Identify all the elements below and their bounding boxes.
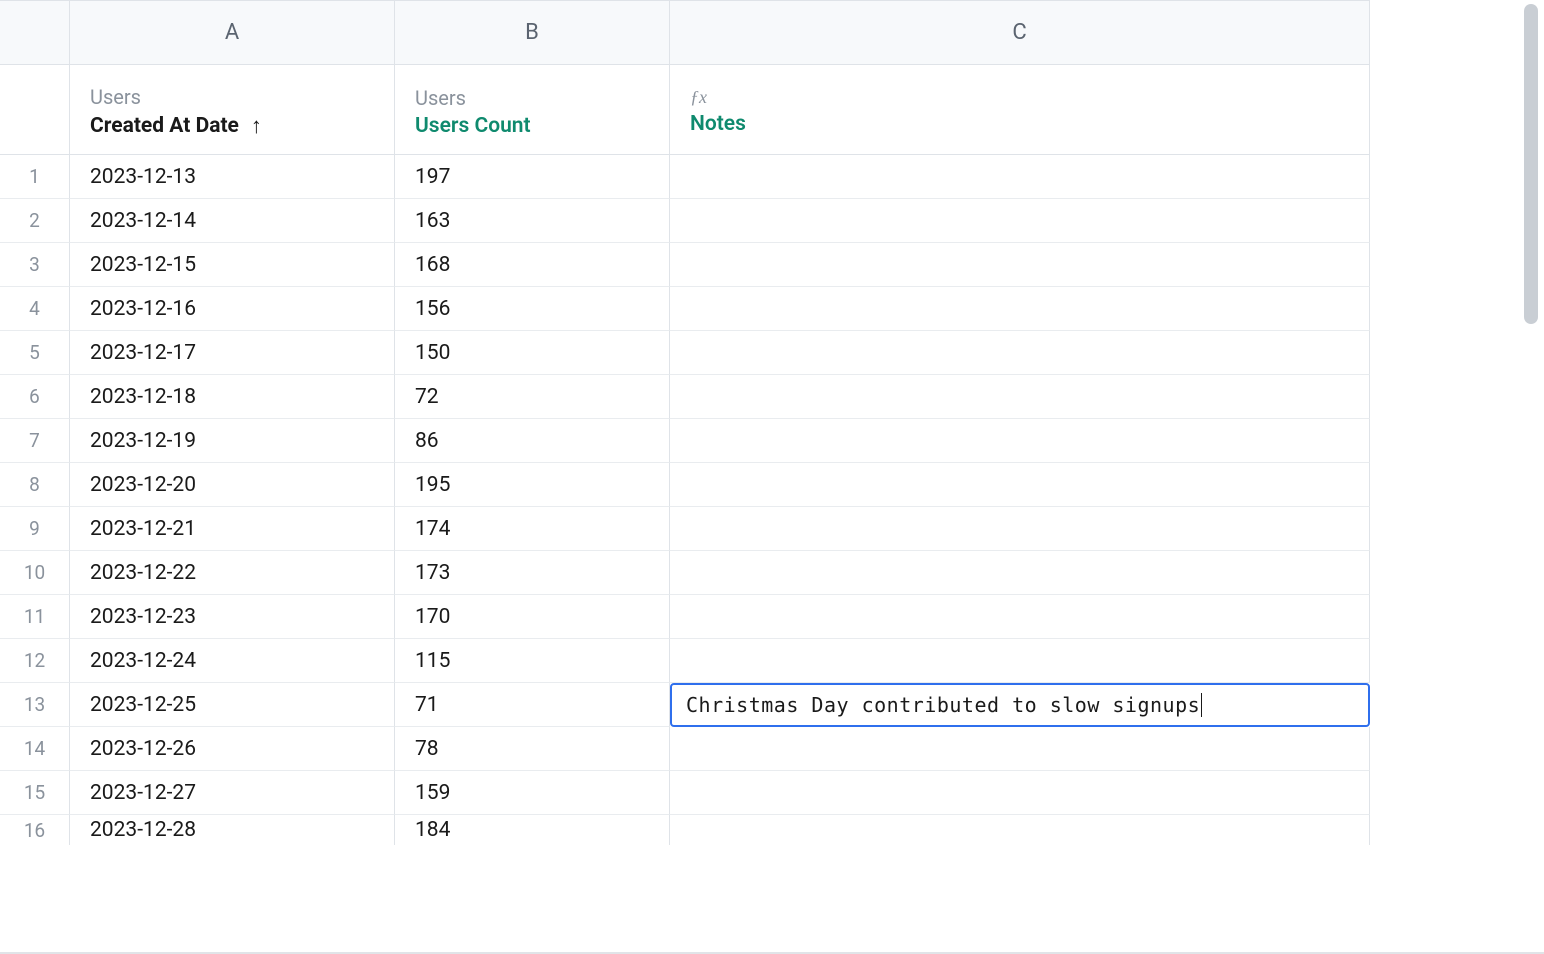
row-number[interactable]: 5 bbox=[0, 331, 70, 375]
column-header-B[interactable]: B bbox=[395, 1, 670, 65]
row-number[interactable]: 15 bbox=[0, 771, 70, 815]
row-number[interactable]: 16 bbox=[0, 815, 70, 845]
cell-note[interactable] bbox=[670, 287, 1370, 331]
row-number[interactable]: 9 bbox=[0, 507, 70, 551]
row-number[interactable]: 1 bbox=[0, 155, 70, 199]
cell-count[interactable]: 168 bbox=[395, 243, 670, 287]
field-source-label: Users bbox=[90, 85, 374, 109]
cell-note[interactable] bbox=[670, 595, 1370, 639]
cell-date[interactable]: 2023-12-17 bbox=[70, 331, 395, 375]
row-number[interactable]: 3 bbox=[0, 243, 70, 287]
formula-icon: ƒx bbox=[690, 87, 1349, 108]
cell-note[interactable] bbox=[670, 727, 1370, 771]
cell-note[interactable] bbox=[670, 375, 1370, 419]
field-source-label: Users bbox=[415, 86, 649, 110]
cell-date[interactable]: 2023-12-15 bbox=[70, 243, 395, 287]
cell-date[interactable]: 2023-12-25 bbox=[70, 683, 395, 727]
cell-count[interactable]: 78 bbox=[395, 727, 670, 771]
row-number[interactable]: 14 bbox=[0, 727, 70, 771]
row-number[interactable]: 6 bbox=[0, 375, 70, 419]
cell-count[interactable]: 86 bbox=[395, 419, 670, 463]
cell-note[interactable] bbox=[670, 507, 1370, 551]
cell-date[interactable]: 2023-12-19 bbox=[70, 419, 395, 463]
cell-note[interactable] bbox=[670, 639, 1370, 683]
cell-date[interactable]: 2023-12-14 bbox=[70, 199, 395, 243]
cell-count[interactable]: 197 bbox=[395, 155, 670, 199]
column-header-A[interactable]: A bbox=[70, 1, 395, 65]
cell-count[interactable]: 170 bbox=[395, 595, 670, 639]
cell-count[interactable]: 71 bbox=[395, 683, 670, 727]
cell-date[interactable]: 2023-12-16 bbox=[70, 287, 395, 331]
corner-cell bbox=[0, 1, 70, 65]
cell-count[interactable]: 159 bbox=[395, 771, 670, 815]
cell-count[interactable]: 163 bbox=[395, 199, 670, 243]
spreadsheet-grid: A B C Users Created At Date ↑ Users User… bbox=[0, 0, 1370, 845]
cell-date[interactable]: 2023-12-23 bbox=[70, 595, 395, 639]
field-name-label: Created At Date ↑ bbox=[90, 113, 374, 139]
row-number[interactable]: 13 bbox=[0, 683, 70, 727]
cell-count[interactable]: 115 bbox=[395, 639, 670, 683]
cell-date[interactable]: 2023-12-21 bbox=[70, 507, 395, 551]
cell-note-editing[interactable]: Christmas Day contributed to slow signup… bbox=[670, 683, 1370, 727]
cell-note[interactable] bbox=[670, 199, 1370, 243]
text-cursor bbox=[1201, 693, 1202, 717]
row-number[interactable]: 7 bbox=[0, 419, 70, 463]
row-number[interactable]: 4 bbox=[0, 287, 70, 331]
cell-note[interactable] bbox=[670, 551, 1370, 595]
cell-count[interactable]: 174 bbox=[395, 507, 670, 551]
row-number[interactable]: 12 bbox=[0, 639, 70, 683]
cell-note[interactable] bbox=[670, 243, 1370, 287]
field-header-created-at[interactable]: Users Created At Date ↑ bbox=[70, 65, 395, 155]
cell-date[interactable]: 2023-12-28 bbox=[70, 815, 395, 845]
cell-date[interactable]: 2023-12-27 bbox=[70, 771, 395, 815]
field-header-users-count[interactable]: Users Users Count bbox=[395, 65, 670, 155]
cell-note[interactable] bbox=[670, 815, 1370, 845]
cell-date[interactable]: 2023-12-20 bbox=[70, 463, 395, 507]
cell-date[interactable]: 2023-12-22 bbox=[70, 551, 395, 595]
cell-note[interactable] bbox=[670, 331, 1370, 375]
row-number[interactable]: 10 bbox=[0, 551, 70, 595]
cell-note[interactable] bbox=[670, 463, 1370, 507]
cell-count[interactable]: 72 bbox=[395, 375, 670, 419]
cell-count[interactable]: 156 bbox=[395, 287, 670, 331]
vertical-scrollbar-thumb[interactable] bbox=[1524, 4, 1538, 324]
field-name-label: Notes bbox=[690, 112, 1349, 136]
cell-date[interactable]: 2023-12-13 bbox=[70, 155, 395, 199]
sort-asc-icon[interactable]: ↑ bbox=[251, 113, 262, 139]
column-header-C[interactable]: C bbox=[670, 1, 1370, 65]
cell-count[interactable]: 150 bbox=[395, 331, 670, 375]
cell-note[interactable] bbox=[670, 771, 1370, 815]
cell-date[interactable]: 2023-12-26 bbox=[70, 727, 395, 771]
row-number[interactable]: 11 bbox=[0, 595, 70, 639]
row-number[interactable]: 8 bbox=[0, 463, 70, 507]
cell-count[interactable]: 173 bbox=[395, 551, 670, 595]
cell-note[interactable] bbox=[670, 419, 1370, 463]
field-header-notes[interactable]: ƒx Notes bbox=[670, 65, 1370, 155]
cell-date[interactable]: 2023-12-18 bbox=[70, 375, 395, 419]
field-name-label: Users Count bbox=[415, 114, 649, 138]
cell-note[interactable] bbox=[670, 155, 1370, 199]
cell-count[interactable]: 195 bbox=[395, 463, 670, 507]
cell-count[interactable]: 184 bbox=[395, 815, 670, 845]
field-header-corner bbox=[0, 65, 70, 155]
cell-date[interactable]: 2023-12-24 bbox=[70, 639, 395, 683]
row-number[interactable]: 2 bbox=[0, 199, 70, 243]
